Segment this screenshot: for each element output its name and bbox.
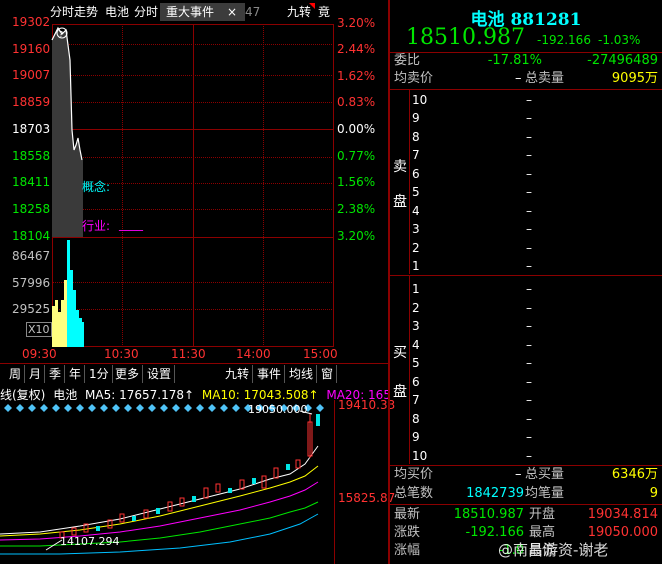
last-price: 18510.987 bbox=[406, 25, 525, 50]
intraday-panel: 分时走势 电池 分时 重大事件 × 47 九转 竟 19302 19160 19… bbox=[0, 0, 388, 362]
tab-week[interactable]: 周 bbox=[6, 365, 26, 383]
tab-nine-turn-2[interactable]: 九转 bbox=[222, 365, 254, 383]
avg-ask-value: – bbox=[515, 71, 522, 86]
buy-level-row[interactable]: 9– bbox=[412, 428, 660, 446]
sell-level-row[interactable]: 4– bbox=[412, 202, 660, 220]
buy-level-row[interactable]: 1– bbox=[412, 280, 660, 298]
sell-level-row[interactable]: 6– bbox=[412, 165, 660, 183]
order-ratio-row: 委比 -17.81% -27496489 bbox=[392, 53, 660, 69]
ma-line-cyan bbox=[0, 513, 319, 555]
price-change-pct: -1.03% bbox=[598, 33, 641, 47]
concept-label: 概念: bbox=[82, 180, 111, 194]
sell-level-row[interactable]: 1– bbox=[412, 257, 660, 275]
ma-line-yellow bbox=[0, 465, 319, 537]
kline-right-axis-border bbox=[334, 400, 335, 564]
tab-events[interactable]: 事件 bbox=[254, 365, 286, 383]
sell-side-label-box: 卖 盘 bbox=[390, 90, 410, 274]
tab-month[interactable]: 月 bbox=[26, 365, 46, 383]
kline-axis-top: 19410.33 bbox=[338, 398, 396, 412]
sell-level-row[interactable]: 8– bbox=[412, 128, 660, 146]
change-label: 涨跌 bbox=[394, 525, 421, 540]
latest-value: 18510.987 bbox=[453, 507, 524, 522]
avg-bid-label: 均买价 bbox=[394, 467, 434, 482]
bid-summary-row: 均买价 – 总买量 6346万 bbox=[392, 467, 660, 483]
sell-label-2: 盘 bbox=[393, 194, 407, 210]
avg-trade-value: 9 bbox=[649, 486, 658, 501]
total-ask-label: 总卖量 bbox=[525, 71, 565, 86]
avg-bid-value: – bbox=[515, 467, 522, 482]
industry-label: 行业: bbox=[82, 219, 111, 233]
buy-level-row[interactable]: 6– bbox=[412, 373, 660, 391]
buy-label-1: 买 bbox=[393, 345, 407, 361]
order-ratio-diff: -27496489 bbox=[587, 53, 658, 68]
industry-value: ____ bbox=[119, 217, 143, 231]
open-value: 19034.814 bbox=[587, 507, 658, 522]
trade-count-label: 总笔数 bbox=[394, 486, 434, 501]
kline-axis-mid: 15825.87 bbox=[338, 491, 396, 505]
buy-side-label-box: 买 盘 bbox=[390, 276, 410, 464]
buy-level-row[interactable]: 10– bbox=[412, 447, 660, 465]
avg-trade-label: 均笔量 bbox=[525, 486, 565, 501]
tab-window[interactable]: 窗 bbox=[318, 365, 338, 383]
order-ratio-pct: -17.81% bbox=[487, 53, 542, 68]
buy-level-row[interactable]: 3– bbox=[412, 317, 660, 335]
intraday-price-line: ? bbox=[51, 26, 84, 347]
tab-quarter[interactable]: 季 bbox=[46, 365, 66, 383]
sell-level-row[interactable]: 10– bbox=[412, 91, 660, 109]
svg-text:?: ? bbox=[59, 30, 63, 39]
buy-label-2: 盘 bbox=[393, 384, 407, 400]
avg-ask-label: 均卖价 bbox=[394, 71, 434, 86]
latest-label: 最新 bbox=[394, 507, 421, 522]
kline-high-label: 19050.000 bbox=[248, 403, 308, 416]
kline-panel: 线(复权) 电池 MA5: 17657.178↑ MA10: 17043.508… bbox=[0, 384, 395, 564]
divider bbox=[390, 89, 662, 90]
ma-line-white bbox=[0, 445, 319, 535]
buy-level-row[interactable]: 7– bbox=[412, 391, 660, 409]
sell-level-row[interactable]: 9– bbox=[412, 109, 660, 127]
kline-low-label: 14107.294 bbox=[60, 535, 120, 548]
buy-level-row[interactable]: 2– bbox=[412, 299, 660, 317]
quote-row: 最新 18510.987 开盘 19034.814 bbox=[392, 507, 660, 523]
total-ask-value: 9095万 bbox=[611, 71, 658, 86]
tab-1min[interactable]: 1分 bbox=[86, 365, 113, 383]
open-label: 开盘 bbox=[529, 507, 556, 522]
buy-level-row[interactable]: 5– bbox=[412, 354, 660, 372]
trade-count-value: 1842739 bbox=[466, 486, 524, 501]
ask-summary-row: 均卖价 – 总卖量 9095万 bbox=[392, 71, 660, 87]
buy-level-row[interactable]: 4– bbox=[412, 336, 660, 354]
tab-ma[interactable]: 均线 bbox=[286, 365, 318, 383]
sell-label-1: 卖 bbox=[393, 159, 407, 175]
sell-level-row[interactable]: 3– bbox=[412, 220, 660, 238]
divider bbox=[390, 504, 662, 505]
tab-year[interactable]: 年 bbox=[66, 365, 86, 383]
price-area bbox=[52, 28, 83, 237]
trades-row: 总笔数 1842739 均笔量 9 bbox=[392, 486, 660, 502]
change-pct-label: 涨幅 bbox=[394, 543, 421, 558]
volume-bars bbox=[52, 240, 84, 347]
sell-level-row[interactable]: 5– bbox=[412, 183, 660, 201]
watermark: @南昌游资-谢老 bbox=[498, 541, 609, 559]
total-bid-label: 总买量 bbox=[525, 467, 565, 482]
divider bbox=[390, 465, 662, 466]
order-ratio-label: 委比 bbox=[394, 53, 421, 68]
sell-level-row[interactable]: 2– bbox=[412, 239, 660, 257]
tab-settings[interactable]: 设置 bbox=[144, 365, 176, 383]
divider bbox=[390, 275, 662, 276]
total-bid-value: 6346万 bbox=[611, 467, 658, 482]
sell-level-row[interactable]: 7– bbox=[412, 146, 660, 164]
buy-level-row[interactable]: 8– bbox=[412, 410, 660, 428]
tab-more[interactable]: 更多 bbox=[112, 365, 144, 383]
price-change: -192.166 bbox=[537, 33, 591, 47]
